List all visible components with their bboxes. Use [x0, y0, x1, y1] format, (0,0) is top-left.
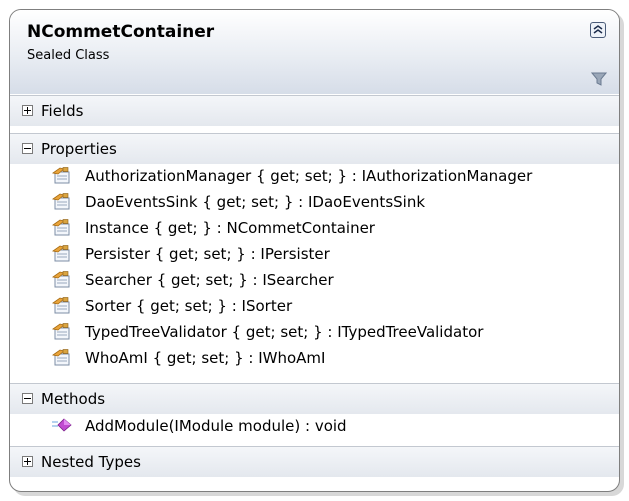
- member-signature: Searcher { get; set; } : ISearcher: [85, 271, 334, 289]
- member-signature: Sorter { get; set; } : ISorter: [85, 297, 293, 315]
- collapse-icon[interactable]: [22, 143, 33, 154]
- filter-icon[interactable]: [591, 72, 607, 86]
- property-icon: [52, 271, 72, 289]
- class-name: NCommetContainer: [27, 22, 215, 42]
- compartment-methods[interactable]: Methods: [10, 383, 619, 414]
- compartment-label: Properties: [41, 140, 117, 158]
- member-signature: AuthorizationManager { get; set; } : IAu…: [85, 167, 533, 185]
- property-icon: [52, 193, 72, 211]
- expand-icon[interactable]: [22, 105, 33, 116]
- compartment-label: Fields: [41, 102, 84, 120]
- chevron-up-double-icon[interactable]: [590, 22, 606, 38]
- property-icon: [52, 219, 72, 237]
- member-signature: Persister { get; set; } : IPersister: [85, 245, 330, 263]
- member-signature: TypedTreeValidator { get; set; } : IType…: [85, 323, 484, 341]
- member-signature: WhoAmI { get; set; } : IWhoAmI: [85, 349, 326, 367]
- collapse-icon[interactable]: [22, 393, 33, 404]
- compartment-label: Methods: [41, 390, 106, 408]
- compartment-properties[interactable]: Properties: [10, 133, 619, 164]
- member-signature: Instance { get; } : NCommetContainer: [85, 219, 375, 237]
- class-kind: Sealed Class: [27, 48, 110, 63]
- compartment-nested-types[interactable]: Nested Types: [10, 446, 619, 477]
- property-icon: [52, 167, 72, 185]
- class-header: NCommetContainer Sealed Class: [10, 10, 619, 94]
- member-signature: AddModule(IModule module) : void: [85, 417, 347, 435]
- property-icon: [52, 245, 72, 263]
- method-icon: [52, 417, 72, 435]
- compartment-label: Nested Types: [41, 453, 141, 471]
- property-icon: [52, 349, 72, 367]
- compartment-fields[interactable]: Fields: [10, 95, 619, 126]
- property-icon: [52, 323, 72, 341]
- expand-icon[interactable]: [22, 456, 33, 467]
- class-shape[interactable]: NCommetContainer Sealed Class Fields Pro…: [9, 9, 620, 492]
- property-icon: [52, 297, 72, 315]
- member-signature: DaoEventsSink { get; set; } : IDaoEvents…: [85, 193, 426, 211]
